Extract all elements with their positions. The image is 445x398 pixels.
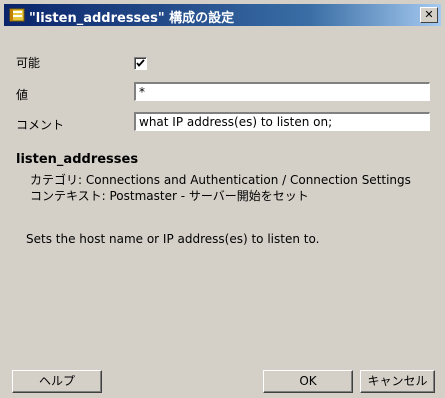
comment-field[interactable]: what IP address(es) to listen on; <box>134 112 430 131</box>
checkmark-icon <box>136 59 145 67</box>
enabled-label: 可能 <box>16 56 41 70</box>
cancel-button[interactable]: キャンセル <box>360 370 435 393</box>
title-bar[interactable]: "listen_addresses" 構成の設定 ✕ <box>4 4 441 26</box>
enabled-checkbox[interactable] <box>134 57 147 70</box>
value-label: 値 <box>16 88 29 102</box>
close-button[interactable]: ✕ <box>420 7 438 23</box>
context-text: コンテキスト: Postmaster - サーバー開始をセット <box>30 189 309 203</box>
config-icon <box>9 7 25 23</box>
close-icon: ✕ <box>424 8 434 21</box>
settings-dialog: "listen_addresses" 構成の設定 ✕ 可能 値 * コメント w… <box>0 0 445 398</box>
category-text: カテゴリ: Connections and Authentication / C… <box>30 173 411 187</box>
ok-button[interactable]: OK <box>263 370 353 393</box>
dialog-title: "listen_addresses" 構成の設定 <box>29 11 235 26</box>
comment-label: コメント <box>16 118 65 132</box>
help-button[interactable]: ヘルプ <box>12 370 102 393</box>
value-field[interactable]: * <box>134 82 430 101</box>
setting-name-heading: listen_addresses <box>16 152 139 167</box>
description-text: Sets the host name or IP address(es) to … <box>26 232 320 246</box>
